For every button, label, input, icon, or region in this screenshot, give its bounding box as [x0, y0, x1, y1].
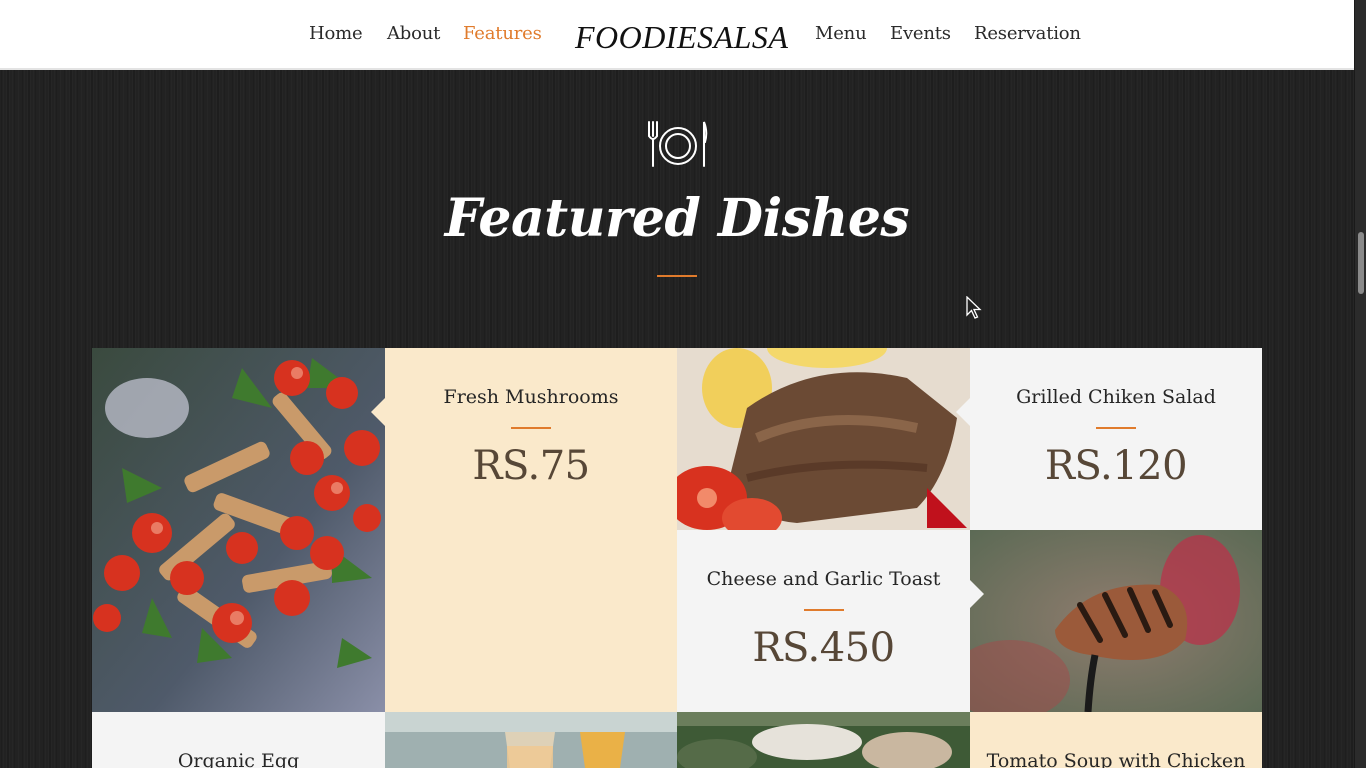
dish-name: Organic Egg: [177, 750, 300, 768]
section-title: Featured Dishes: [444, 188, 910, 249]
nav-about[interactable]: About: [387, 23, 440, 44]
pointer-arrow: [970, 580, 984, 608]
dish-name: Grilled Chiken Salad: [1016, 386, 1216, 408]
nav-home[interactable]: Home: [309, 23, 363, 44]
brand-logo[interactable]: FOODIESALSA: [575, 19, 788, 56]
nav-events[interactable]: Events: [890, 23, 951, 44]
dish-photo-pasta[interactable]: [92, 348, 385, 712]
dish-card-fresh-mushrooms[interactable]: Fresh Mushrooms RS.75: [371, 348, 677, 712]
dish-name: Fresh Mushrooms: [443, 386, 619, 408]
dish-divider: [803, 609, 844, 611]
dish-price: RS.450: [752, 625, 895, 671]
dish-card-cheese-garlic-toast[interactable]: Cheese and Garlic Toast RS.450: [677, 530, 984, 712]
page-scrollbar[interactable]: [1354, 0, 1366, 768]
dish-card-grilled-chiken-salad[interactable]: Grilled Chiken Salad RS.120: [956, 348, 1262, 530]
featured-dishes-grid: Fresh Mushrooms RS.75 Grilled Chiken Sal…: [92, 348, 1262, 768]
dish-divider: [511, 427, 551, 429]
scrollbar-thumb[interactable]: [1358, 232, 1364, 294]
nav-features[interactable]: Features: [463, 23, 542, 44]
dish-card-organic-egg[interactable]: Organic Egg: [92, 712, 385, 768]
mouse-pointer-icon: [966, 296, 982, 319]
dish-photo-bowl[interactable]: [677, 712, 970, 768]
pointer-arrow: [371, 398, 385, 426]
top-navbar: Home About Features FOODIESALSA Menu Eve…: [0, 0, 1354, 70]
dish-name: Cheese and Garlic Toast: [706, 568, 941, 590]
title-divider: [657, 275, 697, 277]
dish-card-tomato-soup[interactable]: Tomato Soup with Chicken: [970, 712, 1262, 768]
dish-name: Tomato Soup with Chicken: [986, 750, 1246, 768]
nav-menu[interactable]: Menu: [815, 23, 867, 44]
dish-photo-grilled-meat[interactable]: [970, 530, 1262, 712]
plate-fork-knife-icon: [648, 121, 708, 167]
pointer-arrow: [956, 398, 970, 426]
dish-price: RS.75: [472, 443, 590, 489]
dish-price: RS.120: [1044, 443, 1188, 489]
dish-photo-drinks[interactable]: [385, 712, 677, 768]
dish-divider: [1096, 427, 1136, 429]
nav-reservation[interactable]: Reservation: [974, 23, 1081, 44]
dish-photo-steak[interactable]: [677, 348, 970, 530]
